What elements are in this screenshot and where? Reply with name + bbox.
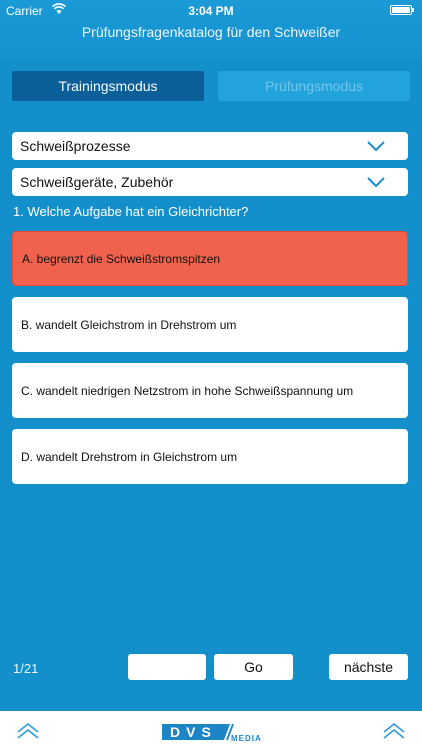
goto-question-input[interactable] bbox=[128, 654, 206, 680]
answer-label: B. wandelt Gleichstrom in Drehstrom um bbox=[21, 317, 237, 332]
question-counter: 1/21 bbox=[13, 661, 39, 676]
category-value: Schweißprozesse bbox=[20, 138, 131, 154]
answer-option-c[interactable]: C. wandelt niedrigen Netzstrom in hohe S… bbox=[12, 363, 408, 418]
answer-option-b[interactable]: B. wandelt Gleichstrom in Drehstrom um bbox=[12, 297, 408, 352]
question-text: 1. Welche Aufgabe hat ein Gleichrichter? bbox=[13, 204, 249, 219]
status-bar: Carrier 3:04 PM bbox=[0, 0, 422, 22]
chevron-up-icon[interactable] bbox=[16, 721, 40, 741]
category-dropdown[interactable]: Schweißprozesse bbox=[12, 132, 408, 160]
header: Carrier 3:04 PM Prüfungsfragenkatalog fü… bbox=[0, 0, 422, 58]
chevron-down-icon bbox=[367, 141, 385, 152]
subcategory-dropdown[interactable]: Schweißgeräte, Zubehör bbox=[12, 168, 408, 196]
subcategory-value: Schweißgeräte, Zubehör bbox=[20, 174, 174, 190]
logo-text: DVS bbox=[170, 724, 217, 740]
chevron-up-icon[interactable] bbox=[382, 721, 406, 741]
answer-label: D. wandelt Drehstrom in Gleichstrom um bbox=[21, 449, 238, 464]
footer: DVS MEDIA bbox=[0, 711, 422, 750]
logo-subtext: MEDIA bbox=[231, 734, 262, 743]
page-title: Prüfungsfragenkatalog für den Schweißer bbox=[81, 24, 341, 40]
status-time: 3:04 PM bbox=[188, 4, 234, 18]
answer-label: C. wandelt niedrigen Netzstrom in hohe S… bbox=[21, 383, 354, 398]
answer-label: A. begrenzt die Schweißstromspitzen bbox=[22, 251, 221, 266]
go-button[interactable]: Go bbox=[214, 654, 293, 680]
answer-option-a[interactable]: A. begrenzt die Schweißstromspitzen bbox=[12, 231, 408, 286]
tab-trainingsmodus[interactable]: Trainingsmodus bbox=[12, 71, 204, 101]
battery-icon bbox=[390, 5, 414, 15]
chevron-down-icon bbox=[367, 177, 385, 188]
dvs-media-logo: DVS MEDIA bbox=[162, 724, 262, 743]
answer-option-d[interactable]: D. wandelt Drehstrom in Gleichstrom um bbox=[12, 429, 408, 484]
tab-pruefungsmodus[interactable]: Prüfungsmodus bbox=[218, 71, 410, 101]
next-button[interactable]: nächste bbox=[329, 654, 408, 680]
